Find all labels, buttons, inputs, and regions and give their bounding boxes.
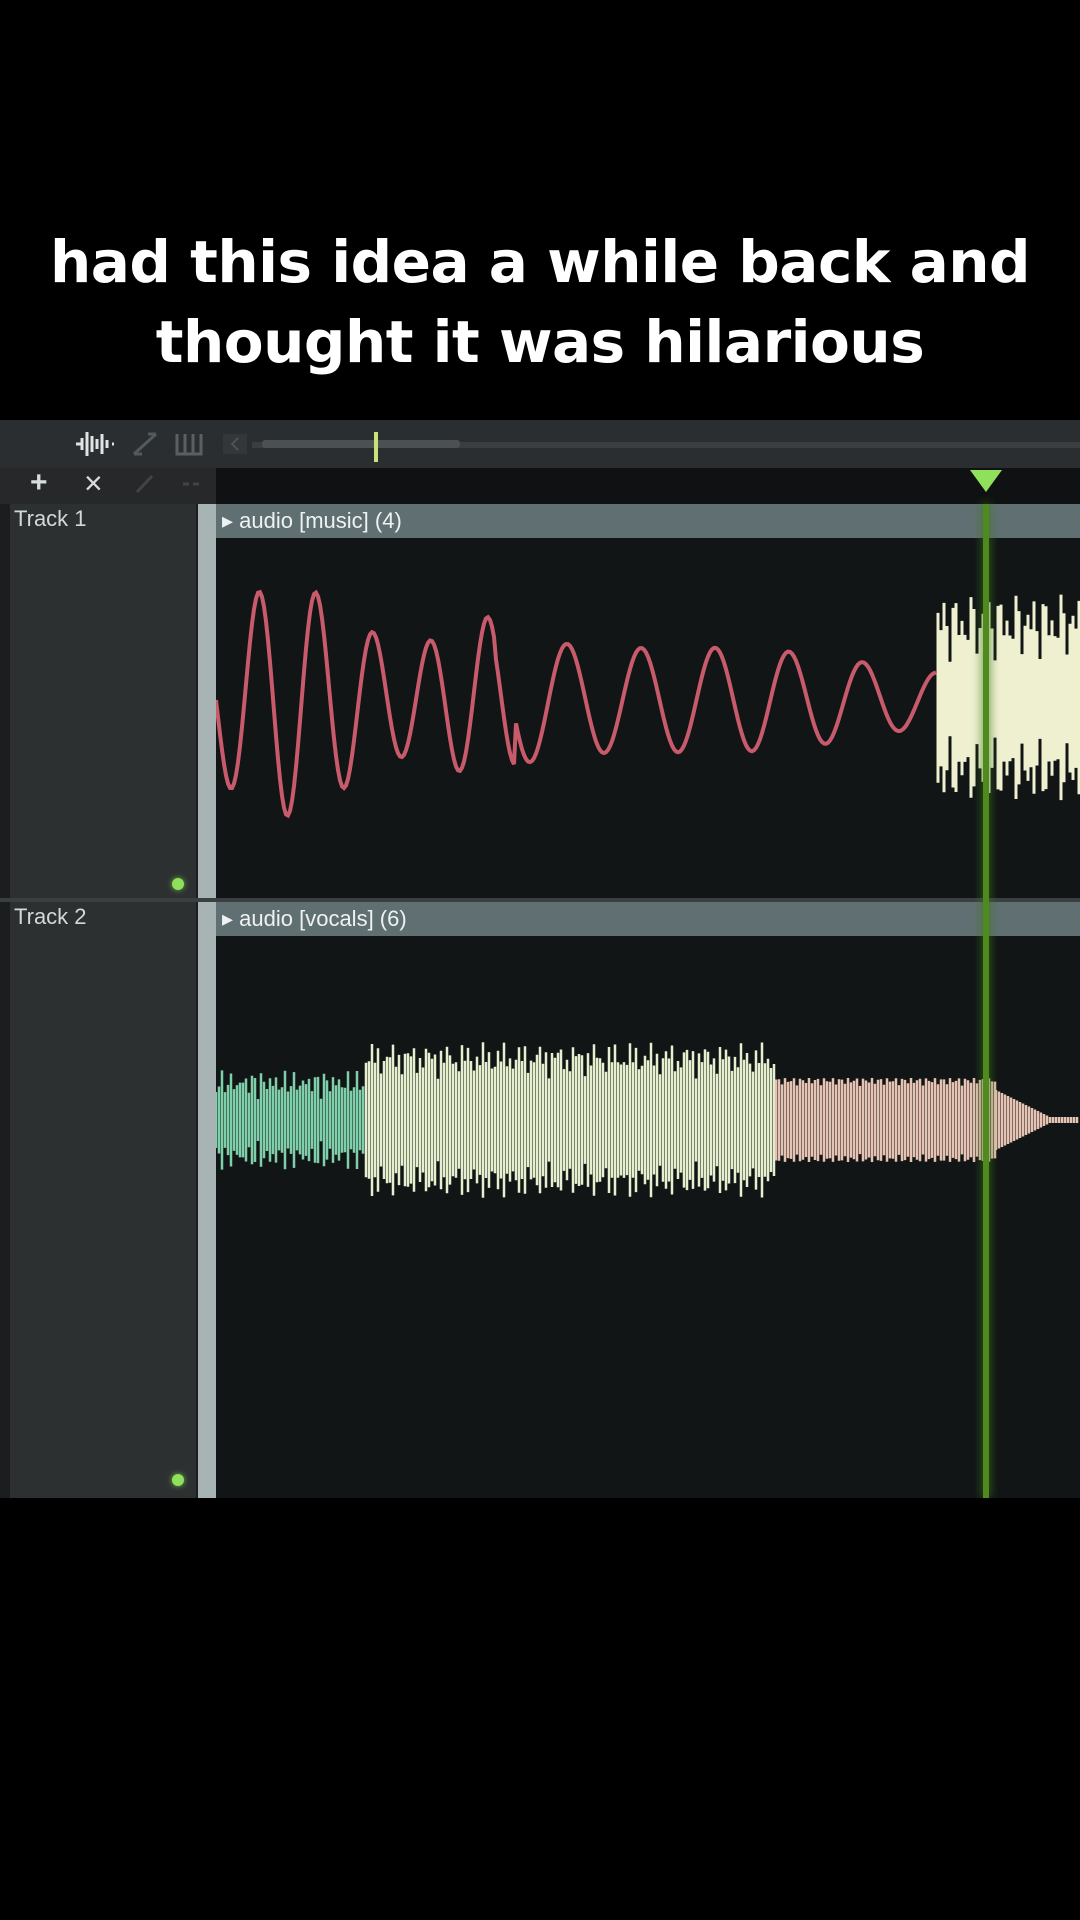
scrollbar-thumb[interactable] (262, 440, 460, 448)
playhead-line (983, 504, 989, 1498)
track-label-1: Track 1 (14, 506, 87, 531)
pencil-icon[interactable] (134, 472, 156, 502)
music-wave-line (216, 589, 937, 819)
track-label-2: Track 2 (14, 904, 87, 929)
waveform-icon[interactable] (74, 430, 114, 464)
vocals-wave-segment-1 (216, 1070, 365, 1170)
track-2-active-indicator[interactable] (172, 1474, 184, 1486)
playhead-marker[interactable] (970, 470, 1002, 492)
playlist-toolbar (0, 420, 1080, 468)
vocals-wave-segment-4 (994, 1090, 1079, 1150)
vocals-wave-segment-2 (364, 1042, 776, 1198)
vocals-wave-segment-3 (774, 1078, 997, 1162)
vocals-waveform[interactable] (216, 938, 1080, 1498)
clip-title-music: ▸ audio [music] (4) (222, 508, 402, 533)
music-waveform[interactable] (216, 540, 1080, 896)
timeline-ruler[interactable] (216, 468, 1080, 504)
grid-icon[interactable] (174, 430, 204, 464)
track-1-lane-edge (198, 504, 216, 898)
track-1-active-indicator[interactable] (172, 878, 184, 890)
stretch-icon[interactable] (130, 430, 160, 464)
clip-title-vocals: ▸ audio [vocals] (6) (222, 906, 407, 931)
track-header-2[interactable] (10, 902, 196, 1498)
add-icon[interactable]: + (30, 468, 48, 498)
prev-icon[interactable] (222, 430, 248, 464)
track-2-lane-edge (198, 902, 216, 1498)
video-caption: had this idea a while back and thought i… (49, 228, 1031, 376)
daw-playlist-window: + × Track 1 ▸ audio [music] (4) Track 2 … (0, 420, 1080, 1498)
track-header-1[interactable] (10, 504, 196, 898)
music-wave-burst (936, 594, 1080, 801)
song-position-marker[interactable] (374, 432, 378, 462)
link-icon[interactable] (180, 472, 202, 502)
close-icon[interactable]: × (84, 467, 103, 499)
